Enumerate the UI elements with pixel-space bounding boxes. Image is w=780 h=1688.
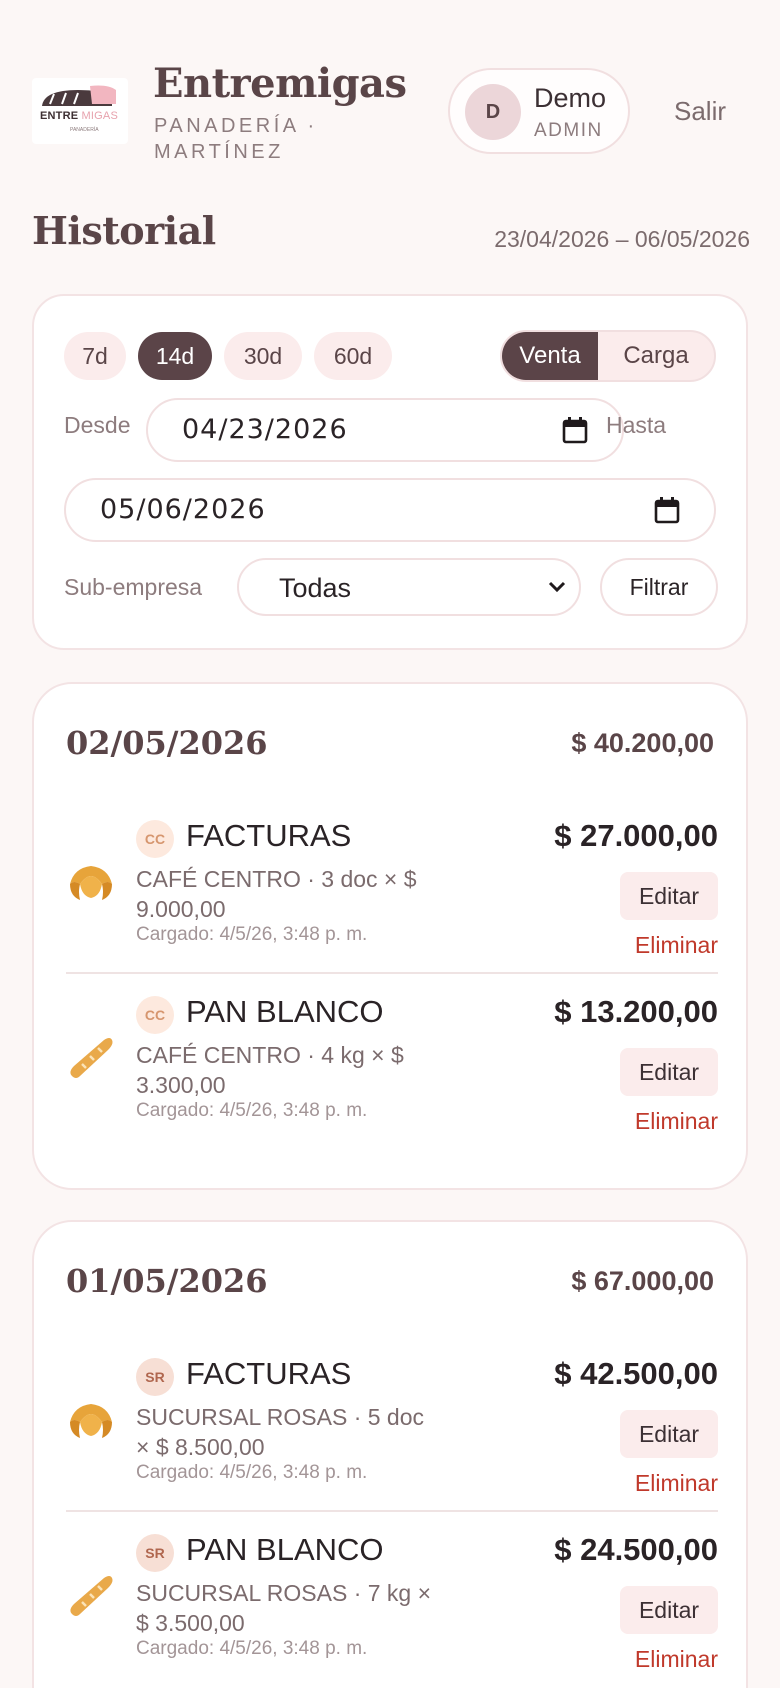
- entry-detail: SUCURSAL ROSAS · 5 doc × $ 8.500,00: [136, 1404, 425, 1460]
- brand-title: Entremigas: [153, 60, 407, 107]
- subcompany-badge: SR: [136, 1358, 174, 1396]
- logo-subtext: PANADERÍA: [70, 127, 99, 133]
- to-date-value: 05/06/2026: [100, 494, 266, 525]
- edit-button[interactable]: Editar: [620, 1048, 718, 1096]
- page-title: Historial: [32, 208, 216, 253]
- mode-venta-button[interactable]: Venta: [502, 332, 598, 380]
- product-name: FACTURAS: [186, 1356, 352, 1391]
- day-total: $ 40.200,00: [571, 728, 714, 758]
- entry-amount: $ 42.500,00: [554, 1356, 718, 1391]
- date-range: 23/04/2026 – 06/05/2026: [494, 226, 750, 252]
- mode-toggle: Venta Carga: [500, 330, 716, 382]
- period-chip-60d[interactable]: 60d: [314, 332, 392, 380]
- subcompany-label: Sub-empresa: [64, 574, 203, 600]
- app-header: ENTRE MIGAS PANADERÍA Entremigas PANADER…: [32, 60, 750, 170]
- user-role: ADMIN: [534, 120, 603, 141]
- avatar: D: [465, 84, 521, 140]
- delete-link[interactable]: Eliminar: [635, 1646, 718, 1673]
- entry-detail: CAFÉ CENTRO · 3 doc × $ 9.000,00: [136, 866, 417, 922]
- subcompany-badge: SR: [136, 1534, 174, 1572]
- day-total: $ 67.000,00: [571, 1266, 714, 1296]
- user-menu[interactable]: D Demo ADMIN: [448, 68, 630, 154]
- subcompany-value: Todas: [279, 573, 352, 603]
- to-date-input[interactable]: 05/06/2026: [64, 478, 716, 542]
- croissant-icon: [70, 866, 112, 900]
- from-date-input[interactable]: 04/23/2026: [146, 398, 624, 462]
- edit-button[interactable]: Editar: [620, 1586, 718, 1634]
- entry-amount: $ 27.000,00: [554, 818, 718, 853]
- logout-link[interactable]: Salir: [674, 96, 726, 127]
- croissant-icon: [70, 1404, 112, 1438]
- day-card: 02/05/2026 $ 40.200,00 CC FACTURAS CAFÉ …: [32, 682, 748, 1190]
- subcompany-badge: CC: [136, 820, 174, 858]
- subcompany-select[interactable]: Todas: [237, 558, 581, 616]
- day-date: 01/05/2026: [66, 1262, 268, 1300]
- edit-button[interactable]: Editar: [620, 872, 718, 920]
- logo-text: ENTRE MIGAS: [40, 110, 118, 122]
- period-chip-7d[interactable]: 7d: [64, 332, 126, 380]
- entry-detail: SUCURSAL ROSAS · 7 kg × $ 3.500,00: [136, 1580, 432, 1636]
- filter-card: 7d 14d 30d 60d Venta Carga Desde 04/23/2…: [32, 294, 748, 650]
- subcompany-badge: CC: [136, 996, 174, 1034]
- mode-carga-button[interactable]: Carga: [598, 332, 714, 380]
- filter-button[interactable]: Filtrar: [600, 558, 718, 616]
- entry-timestamp: Cargado: 4/5/26, 3:48 p. m.: [136, 1100, 368, 1121]
- delete-link[interactable]: Eliminar: [635, 1108, 718, 1135]
- chevron-down-icon: [548, 581, 566, 593]
- entry-timestamp: Cargado: 4/5/26, 3:48 p. m.: [136, 1638, 368, 1659]
- day-date: 02/05/2026: [66, 724, 268, 762]
- entry-timestamp: Cargado: 4/5/26, 3:48 p. m.: [136, 1462, 368, 1483]
- period-chip-14d[interactable]: 14d: [138, 332, 212, 380]
- delete-link[interactable]: Eliminar: [635, 1470, 718, 1497]
- entry-detail: CAFÉ CENTRO · 4 kg × $ 3.300,00: [136, 1042, 404, 1098]
- to-label: Hasta: [606, 412, 667, 438]
- baguette-icon: [70, 1576, 113, 1616]
- sale-entry: CC PAN BLANCO CAFÉ CENTRO · 4 kg × $ 3.3…: [66, 972, 718, 1156]
- calendar-icon[interactable]: [654, 496, 680, 524]
- product-name: PAN BLANCO: [186, 994, 384, 1029]
- period-chip-30d[interactable]: 30d: [224, 332, 302, 380]
- product-name: PAN BLANCO: [186, 1532, 384, 1567]
- sale-entry: SR FACTURAS SUCURSAL ROSAS · 5 doc × $ 8…: [66, 1336, 718, 1520]
- product-name: FACTURAS: [186, 818, 352, 853]
- from-label: Desde: [64, 412, 131, 438]
- edit-button[interactable]: Editar: [620, 1410, 718, 1458]
- entry-amount: $ 24.500,00: [554, 1532, 718, 1567]
- entry-timestamp: Cargado: 4/5/26, 3:48 p. m.: [136, 924, 368, 945]
- bread-logo-icon: [42, 85, 116, 106]
- day-card: 01/05/2026 $ 67.000,00 SR FACTURAS SUCUR…: [32, 1220, 748, 1688]
- brand-subtitle: PANADERÍA · MARTÍNEZ: [154, 115, 318, 163]
- sale-entry: CC FACTURAS CAFÉ CENTRO · 3 doc × $ 9.00…: [66, 798, 718, 982]
- entry-amount: $ 13.200,00: [554, 994, 718, 1029]
- user-name: Demo: [534, 83, 607, 113]
- brand-logo: ENTRE MIGAS PANADERÍA: [32, 78, 128, 144]
- delete-link[interactable]: Eliminar: [635, 932, 718, 959]
- baguette-icon: [70, 1038, 113, 1078]
- sale-entry: SR PAN BLANCO SUCURSAL ROSAS · 7 kg × $ …: [66, 1510, 718, 1688]
- calendar-icon[interactable]: [562, 416, 588, 444]
- from-date-value: 04/23/2026: [182, 414, 348, 445]
- page: ENTRE MIGAS PANADERÍA Entremigas PANADER…: [0, 0, 780, 1688]
